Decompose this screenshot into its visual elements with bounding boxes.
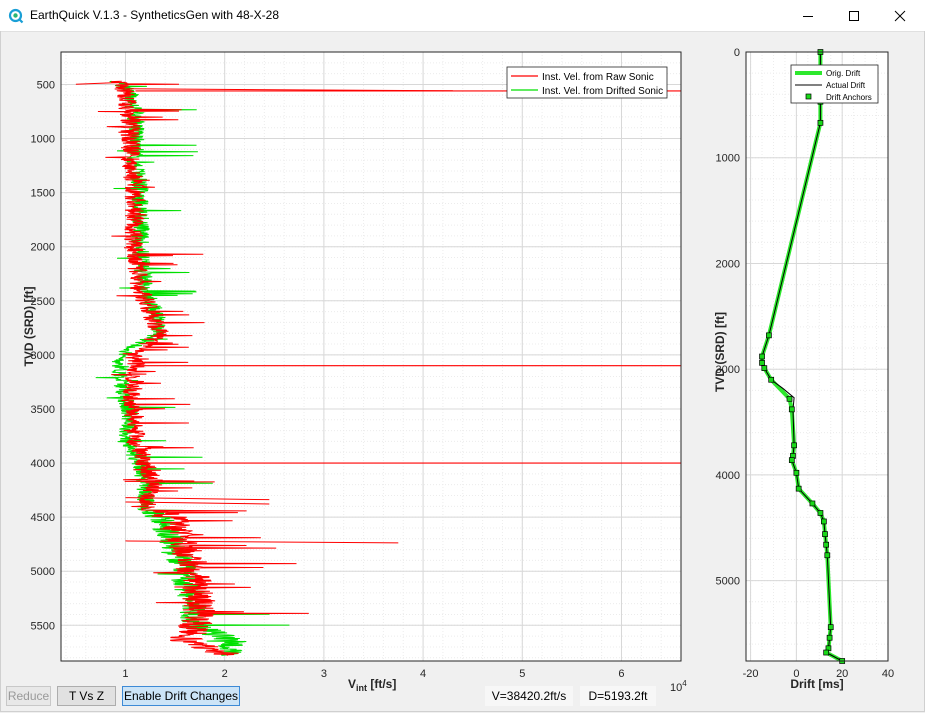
minimize-button[interactable] <box>785 0 831 31</box>
x-tick-label: 40 <box>882 668 894 680</box>
y-tick-label: 4000 <box>716 470 740 482</box>
legend-entry: Drift Anchors <box>826 93 872 102</box>
legend-entry: Orig. Drift <box>826 69 861 78</box>
drift-anchor-point <box>823 541 830 548</box>
x-tick-label: 1 <box>122 668 128 680</box>
x-tick-label: -20 <box>743 668 759 680</box>
y-tick-label: 4500 <box>31 512 55 524</box>
drift-anchor-point <box>821 518 827 525</box>
drift-anchor-point <box>827 624 834 631</box>
t-vs-z-button[interactable]: T Vs Z <box>57 686 116 706</box>
y-tick-label: 500 <box>37 79 55 91</box>
reduce-button[interactable]: Reduce <box>6 686 51 706</box>
velocity-readout: V=38420.2ft/s <box>485 686 573 706</box>
x-axis-exponent: 104 <box>670 679 687 691</box>
maximize-icon <box>849 10 859 21</box>
close-icon <box>894 10 906 21</box>
plot-background <box>61 52 681 661</box>
drift-depth-chart[interactable]: -20 0 20 40010002000300040005000Drift [ms]T… <box>700 31 925 691</box>
x-tick-label: 4 <box>420 668 426 680</box>
legend: Inst. Vel. from Raw Sonic Inst. Vel. from… <box>506 66 668 99</box>
y-tick-label: 2000 <box>31 242 55 254</box>
drift-anchor-point <box>793 469 800 476</box>
drift-anchor-point <box>823 649 830 656</box>
drift-anchor-point <box>788 457 795 463</box>
enable-drift-changes-button[interactable]: Enable Drift Changes <box>122 686 240 706</box>
drift-anchor-point <box>791 442 797 449</box>
x-axis-label: Vint [ft/s] <box>348 677 396 691</box>
drift-anchor-point <box>826 634 833 641</box>
drift-anchor-point <box>788 406 795 413</box>
drift-anchor-point <box>761 365 768 371</box>
y-axis-label: TVD (SRD) [ft] <box>713 312 727 392</box>
y-tick-label: 1000 <box>31 134 55 146</box>
x-tick-label: 3 <box>321 668 327 680</box>
y-tick-label: 5000 <box>716 576 740 588</box>
legend: Orig. Drift Actual Drift Drift Anchors <box>790 64 879 104</box>
drift-anchor-point <box>817 510 824 516</box>
y-tick-label: 3500 <box>31 404 55 416</box>
x-axis-label: Drift [ms] <box>790 677 843 691</box>
x-tick-label: 2 <box>222 668 228 680</box>
legend-entry: Inst. Vel. from Drifted Sonic <box>542 86 663 97</box>
close-button[interactable] <box>877 0 923 31</box>
drift-anchor-point <box>766 332 772 339</box>
legend-entry: Inst. Vel. from Raw Sonic <box>542 72 654 83</box>
velocity-depth-chart[interactable]: 1 2 3 4 5 65001000150020002500300035004000450… <box>0 31 700 691</box>
drift-anchor-point <box>822 531 828 537</box>
window-titlebar[interactable]: EarthQuick V.1.3 - SyntheticsGen with 48… <box>0 0 925 32</box>
drift-anchor-point <box>786 395 793 402</box>
y-tick-label: 2000 <box>716 258 740 270</box>
drift-anchor-point <box>795 485 802 492</box>
drift-anchor-point <box>824 552 831 559</box>
legend-swatch <box>805 93 812 100</box>
drift-anchor-point <box>817 119 824 126</box>
app-logo-icon <box>8 8 24 24</box>
drift-anchor-point <box>759 353 765 360</box>
depth-readout: D=5193.2ft <box>580 686 656 706</box>
x-tick-label: 5 <box>519 668 525 680</box>
minimize-icon <box>803 15 813 17</box>
y-axis-label: TVD (SRD) [ft] <box>22 287 36 367</box>
y-tick-label: 1500 <box>31 188 55 200</box>
y-tick-label: 1000 <box>716 153 740 165</box>
drift-anchor-point <box>768 376 775 383</box>
legend-entry: Actual Drift <box>826 81 866 90</box>
y-tick-label: 5000 <box>31 566 55 578</box>
drift-anchor-point <box>759 359 765 366</box>
y-tick-label: 5500 <box>31 620 55 632</box>
maximize-button[interactable] <box>831 0 877 31</box>
drift-anchor-point <box>809 500 816 507</box>
window-title: EarthQuick V.1.3 - SyntheticsGen with 48… <box>30 8 280 22</box>
y-tick-label: 4000 <box>31 458 55 470</box>
y-tick-label: 0 <box>734 47 740 59</box>
x-tick-label: 6 <box>618 668 624 680</box>
